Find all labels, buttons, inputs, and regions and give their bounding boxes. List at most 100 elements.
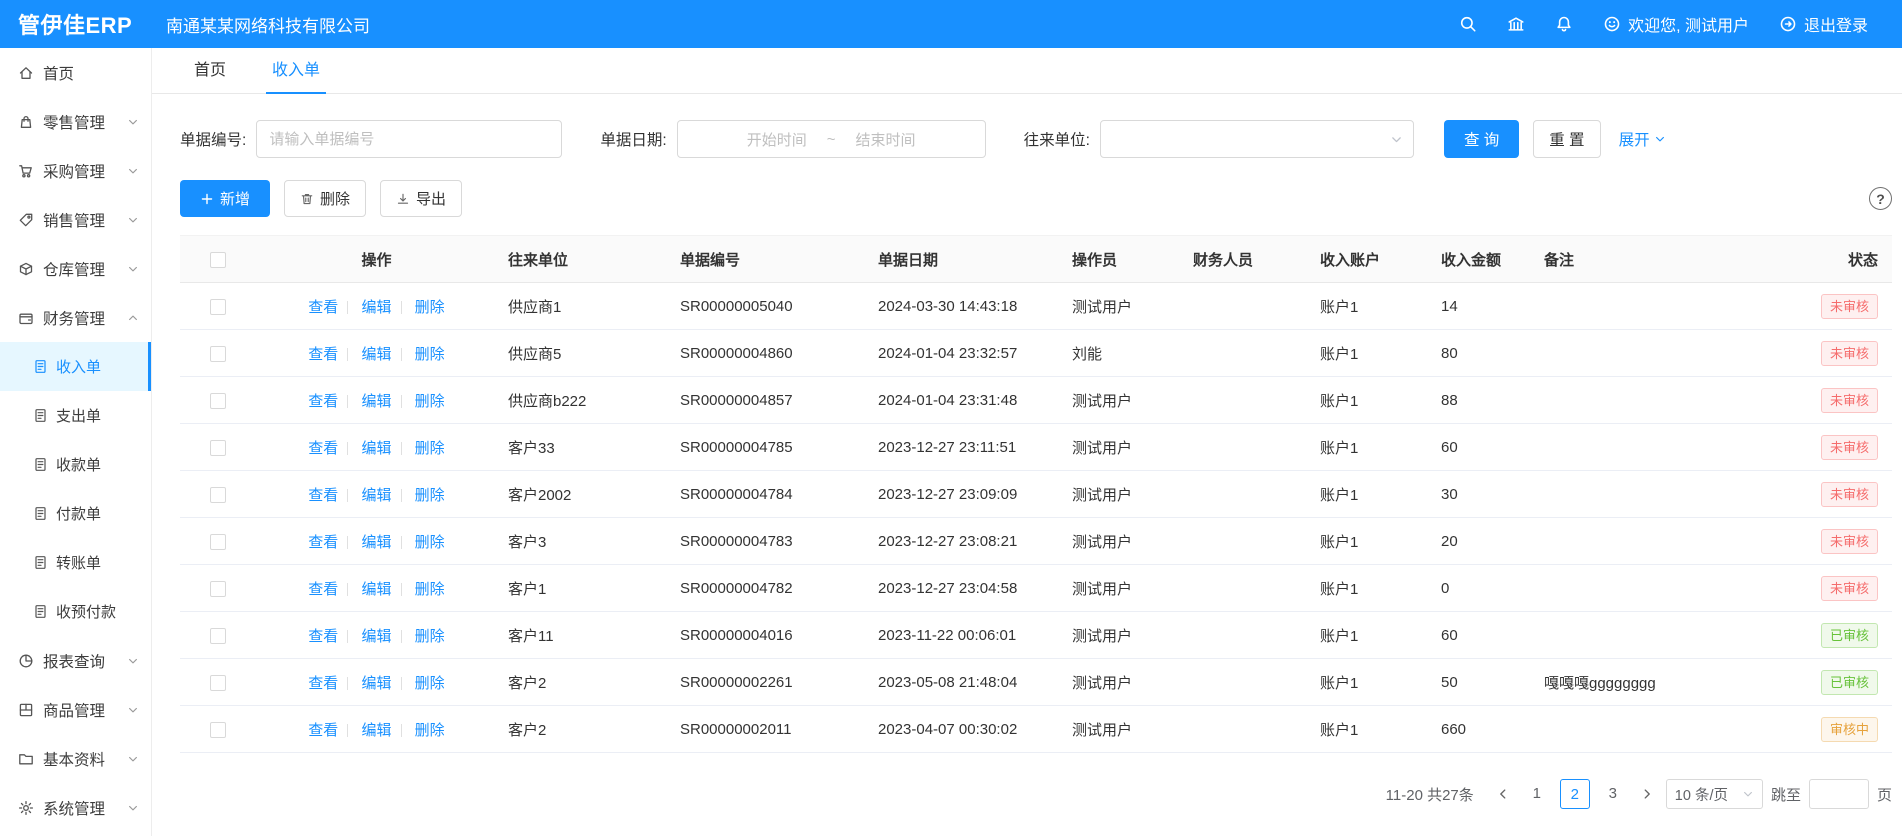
delete-link[interactable]: 删除 [415, 581, 445, 598]
select-all-checkbox[interactable] [210, 252, 226, 268]
bell-icon[interactable] [1555, 15, 1573, 33]
page-size-select[interactable]: 10 条/页 [1666, 779, 1763, 809]
bill-no-cell: SR00000004860 [670, 330, 868, 377]
edit-link[interactable]: 编辑 [361, 393, 391, 410]
tab-home[interactable]: 首页 [188, 48, 232, 94]
table-body: 查看 编辑 删除 供应商1 SR00000005040 2024-03-30 1… [180, 283, 1892, 753]
sidebar-item-goods[interactable]: 商品管理 [0, 685, 151, 734]
welcome-user[interactable]: 欢迎您, 测试用户 [1603, 12, 1749, 36]
logout-button[interactable]: 退出登录 [1779, 12, 1868, 36]
view-link[interactable]: 查看 [308, 534, 338, 551]
bank-icon[interactable] [1507, 15, 1525, 33]
row-checkbox[interactable] [210, 440, 226, 456]
view-link[interactable]: 查看 [308, 628, 338, 645]
submenu-item-income[interactable]: 收入单 [0, 342, 151, 391]
divider [347, 348, 348, 361]
delete-link[interactable]: 删除 [415, 393, 445, 410]
row-checkbox[interactable] [210, 534, 226, 550]
bill-no-input[interactable] [256, 120, 562, 158]
export-button[interactable]: 导出 [380, 180, 462, 217]
row-checkbox[interactable] [210, 722, 226, 738]
chevron-down-icon [127, 165, 139, 177]
edit-link[interactable]: 编辑 [361, 722, 391, 739]
edit-link[interactable]: 编辑 [361, 440, 391, 457]
submenu-item-receipt[interactable]: 收款单 [0, 440, 151, 489]
row-checkbox[interactable] [210, 346, 226, 362]
row-checkbox[interactable] [210, 628, 226, 644]
delete-link[interactable]: 删除 [415, 628, 445, 645]
expand-link[interactable]: 展开 [1619, 128, 1666, 150]
view-link[interactable]: 查看 [308, 581, 338, 598]
edit-link[interactable]: 编辑 [361, 675, 391, 692]
reset-button[interactable]: 重 置 [1533, 120, 1600, 158]
view-link[interactable]: 查看 [308, 487, 338, 504]
prev-page-button[interactable] [1492, 787, 1514, 801]
operator-cell: 测试用户 [1062, 565, 1183, 612]
delete-link[interactable]: 删除 [415, 346, 445, 363]
partner-select[interactable] [1100, 120, 1414, 158]
sidebar-item-finance[interactable]: 财务管理 [0, 293, 151, 342]
plus-icon [200, 192, 214, 206]
delete-link[interactable]: 删除 [415, 534, 445, 551]
help-icon[interactable]: ? [1869, 187, 1892, 210]
delete-button[interactable]: 删除 [284, 180, 366, 217]
view-link[interactable]: 查看 [308, 722, 338, 739]
row-checkbox[interactable] [210, 393, 226, 409]
bill-no-cell: SR00000002261 [670, 659, 868, 706]
sidebar-item-purchase[interactable]: 采购管理 [0, 146, 151, 195]
view-link[interactable]: 查看 [308, 675, 338, 692]
remark-cell [1534, 330, 1746, 377]
bill-date-cell: 2023-12-27 23:08:21 [868, 518, 1062, 565]
sidebar-item-home[interactable]: 首页 [0, 48, 151, 97]
sidebar-item-reports[interactable]: 报表查询 [0, 636, 151, 685]
view-link[interactable]: 查看 [308, 346, 338, 363]
page-number-2-current[interactable]: 2 [1560, 779, 1590, 809]
next-page-button[interactable] [1636, 787, 1658, 801]
sidebar-item-system[interactable]: 系统管理 [0, 783, 151, 832]
remark-cell [1534, 471, 1746, 518]
submenu-item-advance[interactable]: 收预付款 [0, 587, 151, 636]
submenu-item-payment[interactable]: 付款单 [0, 489, 151, 538]
edit-link[interactable]: 编辑 [361, 534, 391, 551]
sidebar-item-warehouse[interactable]: 仓库管理 [0, 244, 151, 293]
amount-cell: 60 [1431, 424, 1534, 471]
row-checkbox[interactable] [210, 675, 226, 691]
search-button[interactable]: 查 询 [1444, 120, 1519, 158]
operator-cell: 测试用户 [1062, 377, 1183, 424]
edit-link[interactable]: 编辑 [361, 581, 391, 598]
search-icon[interactable] [1459, 15, 1477, 33]
row-checkbox[interactable] [210, 299, 226, 315]
submenu-item-expense[interactable]: 支出单 [0, 391, 151, 440]
sidebar-item-sales[interactable]: 销售管理 [0, 195, 151, 244]
date-range-picker[interactable]: 开始时间 ~ 结束时间 [677, 120, 986, 158]
view-link[interactable]: 查看 [308, 299, 338, 316]
toolbar: 新增 删除 导出 ? [152, 158, 1902, 217]
view-link[interactable]: 查看 [308, 440, 338, 457]
sidebar-item-label: 商品管理 [43, 699, 105, 721]
page-unit-label: 页 [1877, 784, 1892, 805]
sidebar-item-retail[interactable]: 零售管理 [0, 97, 151, 146]
col-header-operator: 操作员 [1062, 236, 1183, 283]
delete-link[interactable]: 删除 [415, 299, 445, 316]
page-number-3[interactable]: 3 [1598, 779, 1628, 809]
sidebar-item-basedata[interactable]: 基本资料 [0, 734, 151, 783]
divider [401, 677, 402, 690]
edit-link[interactable]: 编辑 [361, 628, 391, 645]
add-button[interactable]: 新增 [180, 180, 270, 217]
edit-link[interactable]: 编辑 [361, 299, 391, 316]
jump-page-input[interactable] [1809, 779, 1869, 809]
delete-link[interactable]: 删除 [415, 722, 445, 739]
delete-link[interactable]: 删除 [415, 487, 445, 504]
delete-link[interactable]: 删除 [415, 440, 445, 457]
edit-link[interactable]: 编辑 [361, 346, 391, 363]
delete-link[interactable]: 删除 [415, 675, 445, 692]
submenu-item-transfer[interactable]: 转账单 [0, 538, 151, 587]
row-checkbox[interactable] [210, 581, 226, 597]
edit-link[interactable]: 编辑 [361, 487, 391, 504]
remark-cell [1534, 612, 1746, 659]
bill-no-cell: SR00000004782 [670, 565, 868, 612]
page-number-1[interactable]: 1 [1522, 779, 1552, 809]
view-link[interactable]: 查看 [308, 393, 338, 410]
row-checkbox[interactable] [210, 487, 226, 503]
tab-income[interactable]: 收入单 [266, 48, 326, 94]
